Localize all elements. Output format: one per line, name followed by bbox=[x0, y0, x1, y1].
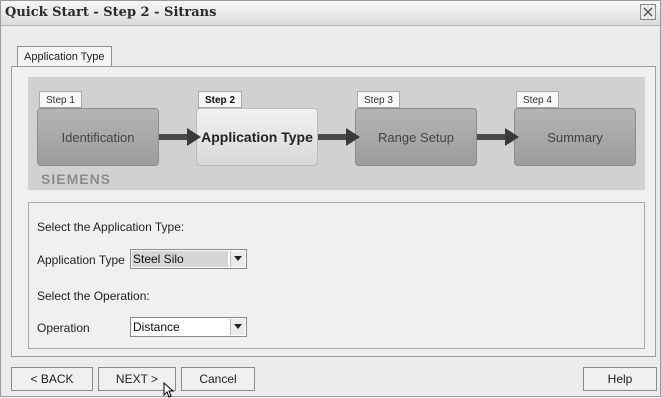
title-bar: Quick Start - Step 2 - Sitrans bbox=[1, 1, 660, 26]
window-title: Quick Start - Step 2 - Sitrans bbox=[5, 5, 217, 20]
step-4-label: Step 4 bbox=[516, 91, 559, 108]
operation-prompt: Select the Operation: bbox=[37, 289, 150, 303]
tab-application-type[interactable]: Application Type bbox=[17, 46, 112, 67]
cancel-button[interactable]: Cancel bbox=[181, 367, 255, 391]
chevron-down-icon bbox=[234, 324, 242, 329]
step-application-type: Application Type bbox=[196, 108, 318, 166]
operation-dropdown[interactable]: Distance bbox=[130, 317, 247, 337]
help-button[interactable]: Help bbox=[583, 367, 657, 391]
dropdown-button[interactable] bbox=[230, 251, 245, 267]
application-type-dropdown[interactable]: Steel Silo bbox=[130, 249, 247, 269]
back-button[interactable]: < BACK bbox=[11, 367, 93, 391]
button-bar: < BACK NEXT > Cancel Help bbox=[1, 357, 660, 397]
dropdown-button[interactable] bbox=[230, 319, 245, 335]
step-range-setup: Range Setup bbox=[355, 108, 477, 166]
close-icon bbox=[643, 7, 653, 17]
step-summary: Summary bbox=[514, 108, 636, 166]
operation-label: Operation bbox=[37, 321, 90, 335]
application-type-value: Steel Silo bbox=[133, 252, 184, 266]
application-type-prompt: Select the Application Type: bbox=[37, 220, 185, 234]
close-button[interactable] bbox=[640, 4, 656, 20]
step-1-label: Step 1 bbox=[39, 91, 82, 108]
chevron-down-icon bbox=[234, 256, 242, 261]
step-identification: Identification bbox=[37, 108, 159, 166]
mouse-pointer-icon bbox=[163, 382, 175, 398]
step-3-label: Step 3 bbox=[357, 91, 400, 108]
right-arrow-icon bbox=[477, 128, 519, 146]
application-type-label: Application Type bbox=[37, 253, 125, 267]
right-arrow-icon bbox=[159, 128, 201, 146]
step-2-label: Step 2 bbox=[198, 91, 243, 108]
siemens-logo: SIEMENS bbox=[41, 171, 112, 187]
quick-start-window: Quick Start - Step 2 - Sitrans Applicati… bbox=[0, 0, 661, 398]
right-arrow-icon bbox=[318, 128, 360, 146]
operation-value: Distance bbox=[133, 320, 180, 334]
